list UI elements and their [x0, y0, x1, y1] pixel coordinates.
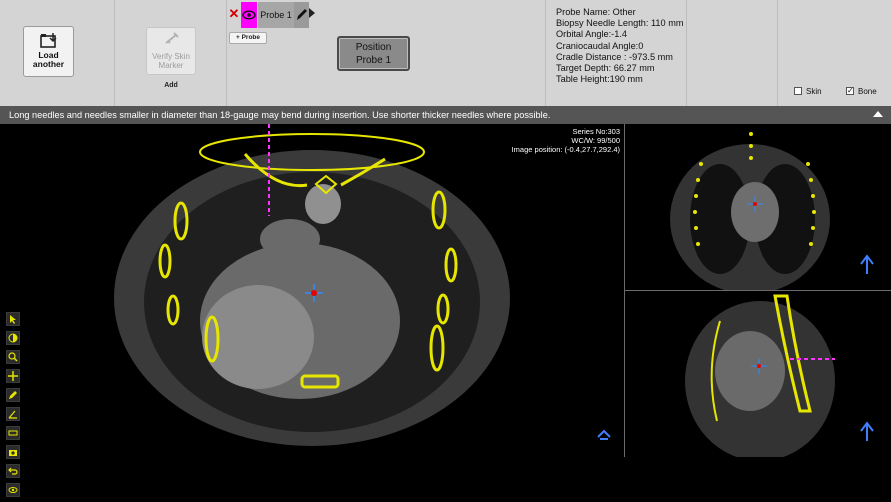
bone-checkbox[interactable]: ✓ Bone — [846, 86, 877, 97]
load-icon — [24, 32, 73, 49]
visibility-tool[interactable] — [6, 483, 20, 497]
contrast-tool[interactable] — [6, 331, 20, 345]
probe-visibility-toggle[interactable] — [241, 2, 257, 28]
skin-checkbox-box[interactable] — [794, 86, 802, 95]
toolbar-divider — [686, 0, 687, 106]
coronal-ct-image — [670, 132, 874, 290]
bone-checkbox-box[interactable]: ✓ — [846, 86, 854, 95]
eye-icon — [8, 487, 18, 493]
probe-name: Probe Name: Other — [556, 7, 636, 17]
zoom-tool[interactable] — [6, 350, 20, 364]
undo-icon — [8, 467, 18, 475]
craniocaudal-angle: Craniocaudal Angle:0 — [556, 40, 644, 51]
pointer-tool[interactable] — [6, 312, 20, 326]
top-toolbar: Load another Verify Skin Marker Add ✕ Prob… — [0, 0, 891, 106]
probe-scroll-right-icon[interactable] — [309, 8, 315, 18]
verify-label-line1: Verify Skin — [152, 52, 190, 61]
pencil-icon — [297, 9, 307, 20]
table-height: Table Height:190 mm — [556, 74, 643, 85]
image-position: Image position: (-0.4,27.7,292.4) — [511, 145, 620, 154]
load-label-line2: another — [32, 59, 65, 69]
coronal-view[interactable] — [625, 124, 891, 290]
zoom-icon — [8, 352, 18, 362]
angle-tool[interactable] — [6, 407, 20, 421]
toolbar-divider — [114, 0, 115, 106]
contrast-icon — [8, 333, 18, 343]
verify-label-line2: Marker — [158, 61, 184, 70]
cradle-distance: Cradle Distance : -973.5 mm — [556, 51, 673, 62]
ruler-tool[interactable] — [6, 426, 20, 440]
toolbar-divider — [226, 0, 227, 106]
axial-ct-image — [114, 124, 611, 446]
camera-icon — [9, 450, 17, 456]
window-center-width: WC/W: 99/500 — [571, 136, 620, 145]
needle-length: Biopsy Needle Length: 110 mm — [556, 18, 684, 29]
pointer-icon — [10, 315, 16, 324]
position-probe-button[interactable]: Position Probe 1 — [337, 36, 410, 71]
eye-icon — [242, 10, 256, 20]
orientation-figure-icon — [860, 254, 874, 274]
pencil-tool[interactable] — [6, 388, 20, 402]
position-label-line1: Position — [355, 42, 392, 53]
probe-info-panel: Probe Name: Other Biopsy Needle Length: … — [556, 7, 684, 85]
position-label-line2: Probe 1 — [355, 55, 392, 66]
undo-tool[interactable] — [6, 464, 20, 478]
verify-skin-marker-button[interactable]: Verify Skin Marker — [146, 27, 196, 75]
load-another-button[interactable]: Load another — [23, 26, 74, 77]
toolbar-divider — [777, 0, 778, 106]
orbital-angle: Orbital Angle:-1.4 — [556, 29, 627, 40]
axial-overlay-info: Series No:303 WC/W: 99/500 Image positio… — [512, 127, 620, 154]
ruler-icon — [8, 430, 18, 436]
probe-tab[interactable]: Probe 1 — [258, 2, 294, 28]
orientation-figure-icon — [597, 429, 611, 440]
axial-view[interactable]: Series No:303 WC/W: 99/500 Image positio… — [0, 124, 624, 497]
toolbar-divider — [545, 0, 546, 106]
add-probe-button[interactable]: + Probe — [229, 32, 267, 44]
edit-probe-button[interactable] — [294, 2, 309, 28]
collapse-banner-icon[interactable] — [873, 111, 883, 117]
skin-checkbox-label: Skin — [806, 87, 822, 96]
sagittal-view[interactable] — [625, 291, 891, 457]
tool-palette — [6, 312, 20, 502]
orientation-figure-icon — [860, 421, 874, 441]
pan-icon — [8, 371, 18, 381]
series-number: Series No:303 — [572, 127, 620, 136]
bone-checkbox-label: Bone — [858, 87, 877, 96]
target-depth: Target Depth: 66.27 mm — [556, 63, 655, 74]
pan-tool[interactable] — [6, 369, 20, 383]
angle-icon — [8, 410, 17, 419]
delete-probe-icon[interactable]: ✕ — [228, 4, 240, 24]
syringe-icon — [147, 28, 195, 50]
sagittal-ct-image — [685, 294, 874, 457]
add-group-label: Add — [164, 82, 178, 89]
warning-banner: Long needles and needles smaller in diam… — [0, 106, 891, 124]
skin-checkbox[interactable]: Skin — [794, 86, 822, 97]
pencil-icon — [9, 391, 17, 399]
warning-message: Long needles and needles smaller in diam… — [9, 110, 551, 120]
